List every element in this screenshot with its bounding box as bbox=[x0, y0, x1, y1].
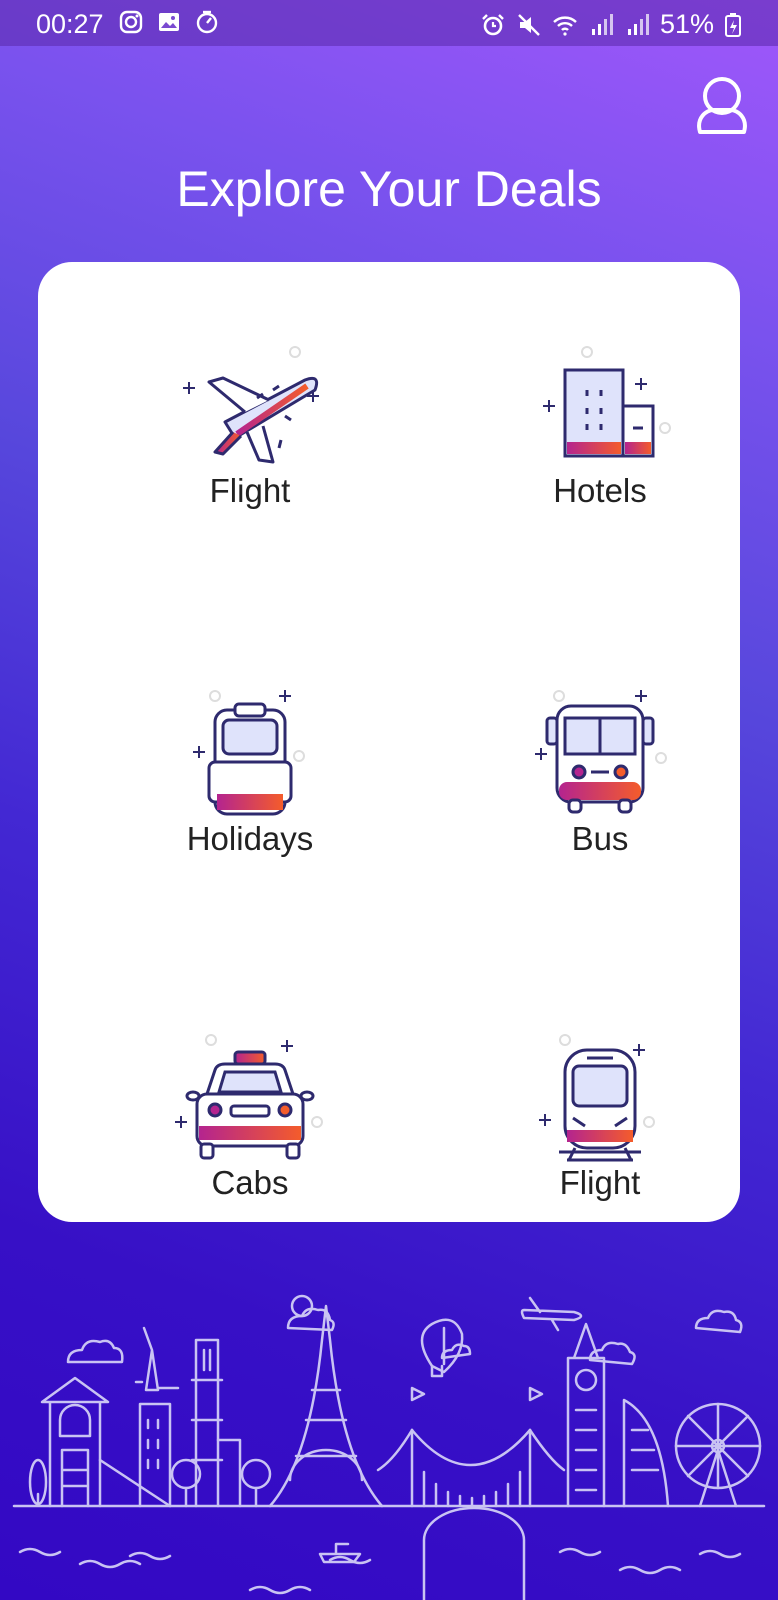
timer-icon bbox=[196, 10, 218, 34]
deal-label-cabs: Cabs bbox=[211, 1164, 289, 1201]
signal-icon-2 bbox=[627, 13, 649, 35]
deals-card: Flight Hotels Holidays Bus Cabs Flight bbox=[38, 262, 740, 1222]
bus-icon bbox=[535, 690, 667, 814]
backpack-icon bbox=[193, 690, 305, 816]
deal-label-flight: Flight bbox=[209, 472, 291, 509]
city-skyline-illustration bbox=[12, 1294, 766, 1600]
deal-label-hotels: Hotels bbox=[553, 472, 647, 509]
wifi-icon bbox=[553, 15, 577, 36]
gallery-icon bbox=[159, 13, 179, 31]
deal-tile-cabs[interactable]: Cabs bbox=[100, 1034, 400, 1202]
profile-icon[interactable] bbox=[692, 74, 752, 136]
hotel-icon bbox=[543, 346, 671, 458]
page-title: Explore Your Deals bbox=[176, 161, 602, 217]
status-bar: 00:27 51% bbox=[0, 0, 778, 46]
deal-tile-train[interactable]: Flight bbox=[450, 1034, 740, 1202]
mute-icon bbox=[518, 13, 540, 36]
instagram-icon bbox=[119, 10, 143, 34]
deal-label-holidays: Holidays bbox=[186, 820, 314, 857]
battery-charging-icon bbox=[725, 12, 741, 37]
app-screen: 00:27 51% Explore Your Deals Flight Hote… bbox=[0, 0, 778, 1600]
train-icon bbox=[539, 1034, 655, 1162]
battery-percent: 51% bbox=[659, 9, 714, 39]
status-time: 00:27 bbox=[36, 9, 104, 39]
deal-label-bus: Bus bbox=[571, 820, 629, 857]
deal-tile-hotels[interactable]: Hotels bbox=[450, 342, 740, 510]
deal-tile-holidays[interactable]: Holidays bbox=[100, 690, 400, 858]
signal-icon bbox=[591, 13, 613, 35]
status-system-icons: 51% bbox=[480, 9, 742, 40]
status-notification-icons bbox=[118, 9, 220, 35]
deal-tile-bus[interactable]: Bus bbox=[450, 690, 740, 858]
alarm-icon bbox=[482, 13, 504, 35]
deal-tile-flight[interactable]: Flight bbox=[100, 342, 400, 510]
deal-label-train: Flight bbox=[559, 1164, 641, 1201]
taxi-icon bbox=[175, 1034, 323, 1160]
airplane-icon bbox=[183, 346, 319, 464]
